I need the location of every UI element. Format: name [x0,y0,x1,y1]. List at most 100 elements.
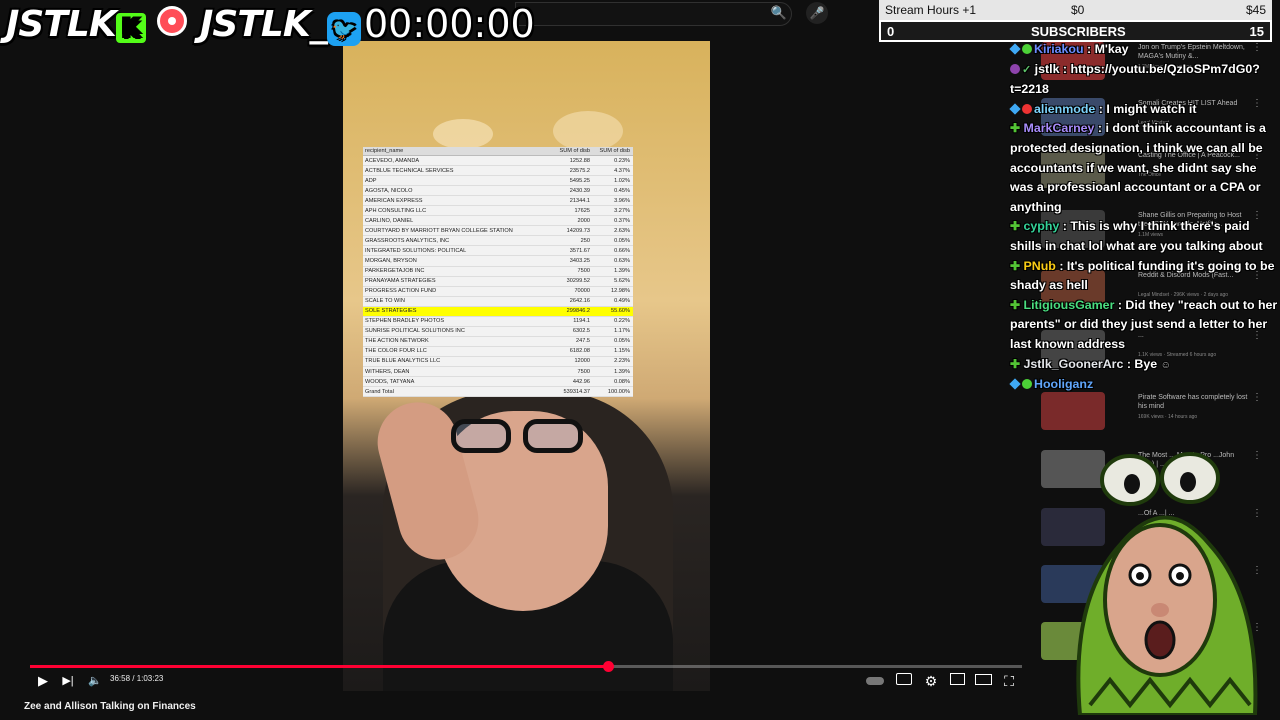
progress-bar[interactable] [30,661,1022,672]
play-icon[interactable]: ▶ [32,671,54,691]
spreadsheet-row: SCALE TO WIN 2642.16 0.49% [363,297,633,307]
spreadsheet-cell: APH CONSULTING LLC [365,207,427,214]
chat-username: Jstlk_GoonerArc [1023,356,1124,371]
spreadsheet-cell: WOODS, TATYANA [365,378,415,385]
spreadsheet-row: ADP 5495.25 1.02% [363,176,633,187]
spreadsheet-cell: PARKERGETAJOB INC [365,268,425,275]
recommendation-title[interactable]: Pirate Software has completely lost his … [1138,393,1248,411]
settings-icon[interactable]: ⚙ [920,671,942,691]
spreadsheet-cell: 442.96 [572,378,590,385]
video-thumbnail[interactable] [1041,392,1105,430]
spreadsheet-cell: 30299.52 [566,278,590,285]
search-icon[interactable]: 🔍 [768,3,790,23]
chat-message: Kiriakou : M'kay [1009,40,1278,60]
chat-message: ✚ cyphy : This is why I think there's pa… [1010,219,1263,253]
spreadsheet-row: CARLINO, DANIEL 2000 0.37% [363,216,633,227]
chat-text: M'kay [1094,42,1129,56]
glasses [451,419,591,457]
chat-username: alienmode [1034,101,1096,116]
spreadsheet-cell: MORGAN, BRYSON [365,257,417,264]
spreadsheet-cell: 2642.16 [569,298,590,305]
chat-message: alienmode : I might watch it [1009,100,1278,120]
theater-mode-icon[interactable] [972,671,994,691]
spreadsheet-cell: ACEVEDO, AMANDA [365,157,420,164]
background-light [433,119,493,149]
spreadsheet-cell: 2.63% [614,227,630,234]
spreadsheet-cell: 5495.25 [569,177,590,184]
spreadsheet-row: WITHERS, DEAN 7500 1.39% [363,367,633,378]
chat-message: ✚ Jstlk_GoonerArc : Bye ☺ [1010,356,1171,371]
record-icon [157,6,188,36]
miniplayer-icon[interactable] [946,671,968,691]
captions-icon[interactable] [893,671,915,691]
autoplay-toggle[interactable] [864,671,886,691]
spreadsheet-cell: 3571.67 [569,247,590,254]
spreadsheet-cell: PROGRESS ACTION FUND [365,288,437,295]
spreadsheet-cell: Grand Total [365,388,394,395]
spreadsheet-cell: STEPHEN BRADLEY PHOTOS [365,318,445,325]
twitter-bird-icon: 🐦 [326,12,361,46]
spreadsheet-cell: 0.23% [614,157,630,164]
stream-timer: 00:00:00 [364,2,535,46]
spreadsheet-cell: INTEGRATED SOLUTIONS: POLITICAL [365,247,467,254]
video-title: Zee and Allison Talking on Finances [24,701,196,712]
spreadsheet-cell: 14209.73 [566,227,590,234]
spreadsheet-cell: AMERICAN EXPRESS [365,197,423,204]
spreadsheet-cell: 1.39% [614,268,630,275]
check-badge-icon: ✓ [1022,63,1032,76]
spreadsheet-cell: SCALE TO WIN [365,298,405,305]
spreadsheet-row: ACEVEDO, AMANDA 1252.88 0.23% [363,156,633,167]
twitter-logo: JSTLK_ 🐦 [200,4,361,46]
spreadsheet-cell: 1.02% [614,177,630,184]
subs-label: SUBSCRIBERS [1031,24,1126,39]
spreadsheet-cell: 17625 [574,207,590,214]
spreadsheet-cell: 0.22% [614,318,630,325]
spreadsheet-cell: 6182.08 [569,348,590,355]
chat-message: ✚ PNub : It's political funding it's goi… [1010,258,1275,293]
spreadsheet-row: TRUE BLUE ANALYTICS LLC 12000 2.23% [363,357,633,367]
spreadsheet-cell: 0.45% [614,187,630,194]
stream-hours-raised: $0 [1071,3,1085,17]
spreadsheet-row: GRASSROOTS ANALYTICS, INC 250 0.05% [363,236,633,247]
subscriber-badge-icon [1009,43,1021,55]
progress-scrubber[interactable] [603,661,614,672]
spreadsheet-cell: 3403.25 [569,257,590,264]
spreadsheet-row: PARKERGETAJOB INC 7500 1.39% [363,267,633,277]
search-input[interactable] [515,2,792,26]
spreadsheet-cell: 299846.2 [566,308,590,315]
chat-username: MarkCarney [1023,121,1095,136]
spreadsheet-cell: THE ACTION NETWORK [365,338,429,345]
logo-text: JSTLK [6,4,117,45]
chat-text: I might watch it [1106,101,1197,116]
spreadsheet-row: SOLE STRATEGIES 299846.2 55.60% [363,306,633,317]
spreadsheet-row: AGOSTA, NICOLO 2430.39 0.45% [363,186,633,197]
fullscreen-icon[interactable]: ⛶ [998,671,1020,691]
spreadsheet-row: INTEGRATED SOLUTIONS: POLITICAL 3571.67 0.… [363,246,633,257]
spreadsheet-cell: 1.15% [614,348,630,355]
plus-badge-icon: ✚ [1010,121,1021,136]
spreadsheet-overlay: recipient_name SUM of disb SUM of disb A… [363,147,633,398]
spreadsheet-cell: 3.27% [614,207,630,214]
plus-badge-icon: ✚ [1010,258,1021,273]
verified-badge-icon [1022,379,1032,390]
chat-text: Bye [1134,356,1158,371]
spreadsheet-cell: 6302.5 [572,328,590,335]
microphone-icon[interactable]: 🎤 [806,2,828,24]
spreadsheet-cell: SOLE STRATEGIES [365,308,417,315]
spreadsheet-cell: 0.08% [614,378,630,385]
spreadsheet-cell: SUNRISE POLITICAL SOLUTIONS INC [365,328,465,335]
volume-icon[interactable]: 🔈 [84,671,106,691]
column-header: SUM of disb [599,148,630,154]
subscriber-badge-icon [1009,378,1021,390]
time-display: 36:58 / 1:03:23 [110,674,164,683]
spreadsheet-cell: TRUE BLUE ANALYTICS LLC [365,358,441,365]
subs-goal: 15 [1249,24,1264,39]
spreadsheet-cell: 7500 [577,368,590,375]
spreadsheet-row: PROGRESS ACTION FUND 70000 12.98% [363,287,633,297]
spreadsheet-row: PRANAYAMA STRATEGIES 30299.52 5.62% [363,277,633,287]
spreadsheet-cell: 12.98% [611,288,630,295]
spreadsheet-cell: 0.66% [614,247,630,254]
next-icon[interactable]: ▶| [57,671,79,691]
spreadsheet-row: MORGAN, BRYSON 3403.25 0.63% [363,256,633,267]
chat-message: ✚ MarkCarney : i dont think accountant i… [1010,121,1266,214]
